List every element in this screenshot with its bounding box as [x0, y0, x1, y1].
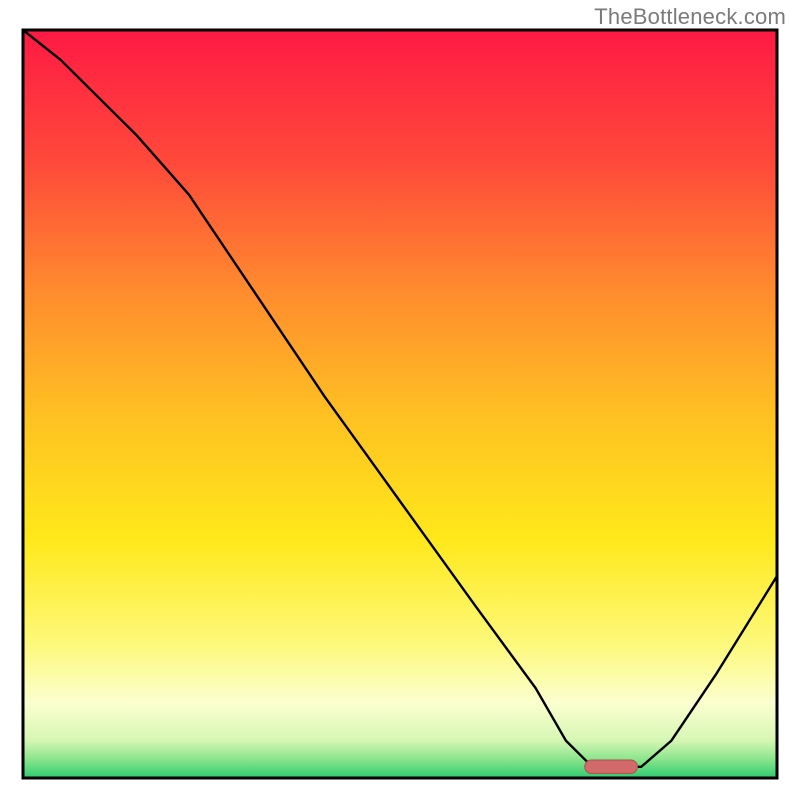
gradient-background	[23, 30, 777, 778]
target-marker	[585, 760, 638, 773]
bottleneck-chart: TheBottleneck.com	[0, 0, 800, 800]
watermark-text: TheBottleneck.com	[594, 4, 786, 30]
chart-svg	[0, 0, 800, 800]
